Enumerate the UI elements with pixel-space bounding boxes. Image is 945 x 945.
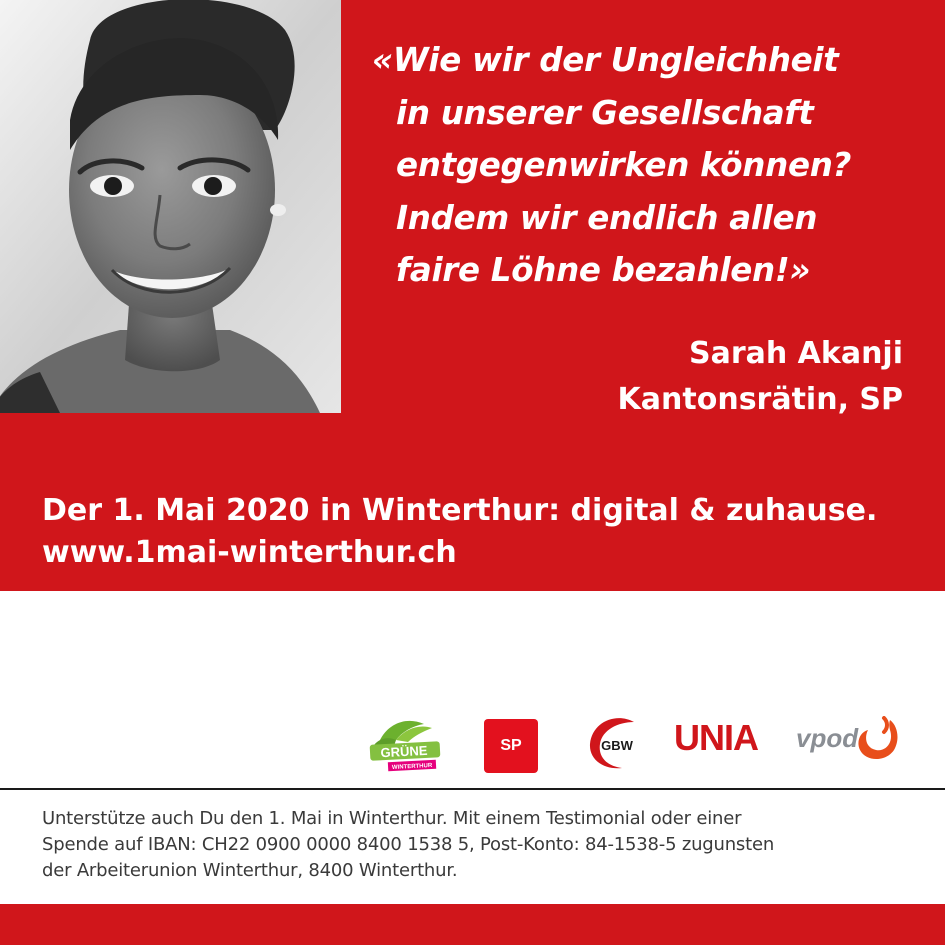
event-headline: Der 1. Mai 2020 in Winterthur: digital &…	[42, 493, 878, 528]
unia-logo: UNIA	[674, 717, 759, 758]
event-url-link[interactable]: www.1mai-winterthur.ch	[42, 532, 877, 574]
gruene-subtext: WINTERTHUR	[392, 763, 433, 771]
quote-line: in unserer Gesellschaft	[396, 93, 814, 132]
vpod-text: vpod	[796, 723, 859, 753]
gbw-swoosh-icon: GBW	[589, 718, 634, 769]
author-role: Kantonsrätin, SP	[617, 382, 903, 417]
quote-line: faire Löhne bezahlen!»	[396, 251, 811, 289]
testimonial-quote: «Wie wir der Ungleichheit in unserer Ges…	[372, 34, 932, 297]
support-line: der Arbeiterunion Winterthur, 8400 Winte…	[42, 860, 458, 881]
quote-line: «Wie wir der Ungleichheit	[372, 41, 839, 79]
red-footer-band	[0, 904, 945, 945]
author-name: Sarah Akanji	[688, 336, 903, 371]
support-text: Unterstütze auch Du den 1. Mai in Winter…	[42, 806, 922, 884]
partner-logos: GRÜNE WINTERTHUR SP GBW UNIA vpod	[360, 706, 920, 776]
support-line: Spende auf IBAN: CH22 0900 0000 8400 153…	[42, 834, 775, 855]
gbw-logo: GBW	[586, 714, 642, 770]
poster: «Wie wir der Ungleichheit in unserer Ges…	[0, 0, 945, 945]
support-line: Unterstütze auch Du den 1. Mai in Winter…	[42, 808, 742, 829]
gruene-logo: GRÜNE WINTERTHUR	[366, 714, 448, 774]
gbw-text: GBW	[601, 738, 634, 753]
sp-logo: SP	[484, 719, 538, 773]
quote-line: Indem wir endlich allen	[396, 198, 818, 237]
portrait-photo	[0, 0, 341, 413]
sunflower-icon: GRÜNE WINTERTHUR	[369, 720, 441, 772]
vpod-logo: vpod	[796, 716, 904, 768]
portrait-illustration	[0, 0, 341, 413]
quote-line: entgegenwirken können?	[396, 146, 852, 184]
event-block: Der 1. Mai 2020 in Winterthur: digital &…	[42, 490, 877, 574]
gruene-text: GRÜNE	[380, 743, 428, 760]
author-block: Sarah Akanji Kantonsrätin, SP	[618, 331, 903, 423]
vpod-swirl-icon	[858, 716, 898, 759]
footer-divider	[0, 788, 945, 790]
